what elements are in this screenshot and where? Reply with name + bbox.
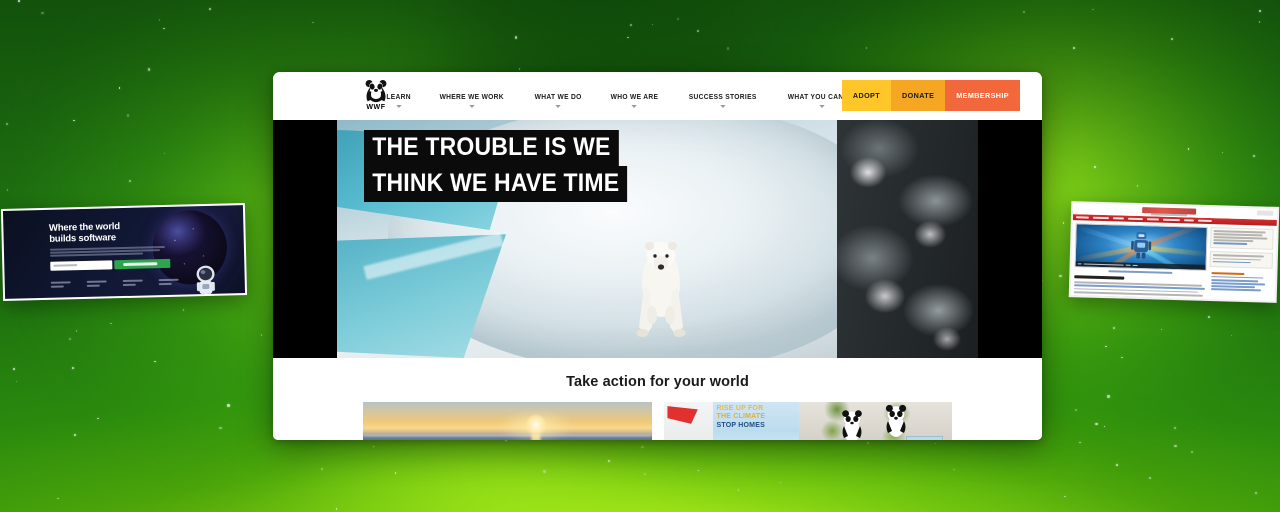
- video-controls[interactable]: [1075, 261, 1206, 270]
- donate-button[interactable]: DONATE: [891, 80, 946, 111]
- robot-video-player[interactable]: [1074, 223, 1208, 271]
- sign-line-3: STOP HOMES: [716, 421, 765, 429]
- github-stats-row: [50, 278, 179, 290]
- polar-bear-icon: [636, 241, 686, 338]
- action-card-list: RISE UP FOR THE CLIMATE STOP HOMES: [273, 390, 1042, 440]
- header-action-buttons: ADOPT DONATE MEMBERSHIP: [841, 80, 1020, 111]
- nav-item-label: SUCCESS STORIES: [688, 91, 757, 101]
- sun-icon: [525, 413, 548, 436]
- sun-reflection: [531, 434, 541, 440]
- nav-item-what-we-do[interactable]: WHAT WE DO: [524, 91, 593, 108]
- action-card-protest[interactable]: RISE UP FOR THE CLIMATE STOP HOMES: [663, 402, 952, 440]
- membership-button-label: MEMBERSHIP: [956, 91, 1009, 100]
- article-headline: [1074, 275, 1125, 280]
- action-card-sunset[interactable]: [363, 402, 652, 440]
- stat-item: [122, 279, 143, 288]
- robot-icon: [1131, 232, 1152, 259]
- nav-item-success-stories[interactable]: SUCCESS STORIES: [678, 91, 767, 108]
- hero-headline: THE TROUBLE IS WE THINK WE HAVE TIME: [364, 130, 650, 202]
- search-icon[interactable]: [1257, 210, 1274, 216]
- article-main-column: [1073, 223, 1208, 301]
- nav-item-label: WHERE WE WORK: [439, 91, 505, 101]
- chevron-down-icon: [555, 104, 561, 108]
- chevron-down-icon: [469, 104, 475, 108]
- donate-button-label: DONATE: [902, 91, 935, 100]
- adopt-button-label: ADOPT: [852, 91, 881, 100]
- astronaut-mascot-icon: [196, 265, 215, 298]
- news-article-thumbnail[interactable]: [1068, 201, 1280, 303]
- wwf-website-window[interactable]: LEARN WHERE WE WORK WHAT WE DO WHO WE AR…: [273, 72, 1042, 440]
- sign-line-2: THE CLIMATE: [716, 413, 766, 421]
- horizon-line: [363, 434, 652, 438]
- hero-headline-line-1: THE TROUBLE IS WE: [364, 130, 619, 166]
- nav-item-who-we-are[interactable]: WHO WE ARE: [600, 91, 669, 108]
- stat-item: [158, 278, 179, 287]
- take-action-section: Take action for your world RISE UP FOR T…: [273, 358, 1042, 440]
- section-title: Take action for your world: [566, 374, 749, 390]
- article-body: [1071, 220, 1277, 301]
- main-navigation: LEARN WHERE WE WORK WHAT WE DO WHO WE AR…: [373, 91, 872, 108]
- github-signup-form: [49, 258, 170, 271]
- nav-item-label: WHAT WE DO: [534, 91, 582, 101]
- protest-sign-blue: RISE UP FOR THE CLIMATE STOP HOMES: [712, 402, 800, 440]
- hero-banner: THE TROUBLE IS WE THINK WE HAVE TIME: [273, 120, 1042, 358]
- hero-headline-line-2: THINK WE HAVE TIME: [364, 166, 628, 202]
- nav-item-label: LEARN: [386, 91, 411, 101]
- protest-sign-red: [663, 402, 713, 440]
- signup-button[interactable]: [113, 258, 170, 270]
- github-page-content: Where the world builds software: [2, 205, 246, 299]
- red-graphic: [667, 406, 698, 424]
- article-sidebar: [1208, 227, 1274, 301]
- site-tagline: [1150, 213, 1187, 216]
- panda-cutout-icon: [885, 404, 906, 438]
- chevron-down-icon: [819, 104, 825, 108]
- sign-line-1: RISE UP FOR: [716, 405, 764, 412]
- email-field[interactable]: [49, 260, 113, 271]
- nav-item-where-we-work[interactable]: WHERE WE WORK: [429, 91, 515, 108]
- sidebar-box[interactable]: [1209, 251, 1274, 269]
- rock-snow-patches: [836, 120, 978, 358]
- adopt-button[interactable]: ADOPT: [841, 80, 892, 111]
- wwf-logo[interactable]: WWF: [362, 78, 390, 112]
- video-caption: [1108, 270, 1173, 274]
- rock-field: [836, 120, 978, 358]
- nav-item-label: WHO WE ARE: [610, 91, 659, 101]
- chevron-down-icon: [395, 104, 402, 108]
- chevron-down-icon: [631, 104, 638, 108]
- panda-cutout-icon: [842, 410, 863, 440]
- wwf-panda-logo-icon: [365, 80, 387, 103]
- article-paragraph: [1073, 281, 1206, 300]
- github-hero-copy: Where the world builds software: [49, 221, 170, 271]
- github-homepage-thumbnail[interactable]: Where the world builds software: [0, 203, 248, 301]
- article-page-content: [1070, 203, 1278, 301]
- sidebar-list[interactable]: [1208, 269, 1273, 296]
- github-subtext: [49, 246, 169, 257]
- stat-item: [50, 281, 71, 290]
- wwf-wordmark: WWF: [366, 104, 386, 111]
- chevron-down-icon: [719, 104, 726, 108]
- sidebar-box[interactable]: [1210, 227, 1274, 251]
- github-headline-line-2: builds software: [49, 231, 117, 245]
- stat-item: [86, 280, 107, 289]
- save-sign: SAVE: [905, 436, 944, 440]
- membership-button[interactable]: MEMBERSHIP: [945, 80, 1020, 111]
